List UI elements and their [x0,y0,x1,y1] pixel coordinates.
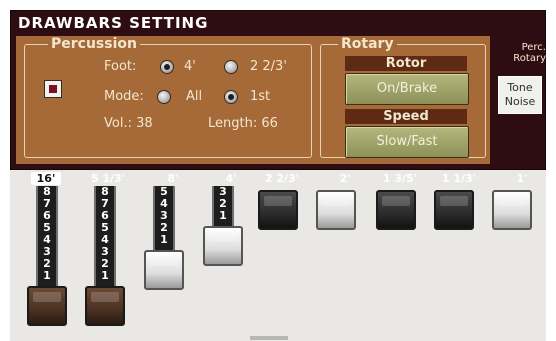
foot-option-4-label: 4' [184,59,196,74]
drawbar-knob[interactable] [85,286,125,326]
drawbar-knob[interactable] [434,190,474,230]
mode-option-1st-label: 1st [250,89,271,104]
speed-heading: Speed [345,109,467,124]
drawbar-rod-number: 1 [160,233,168,246]
drawbar-knob[interactable] [376,190,416,230]
drawbar-knob[interactable] [316,190,356,230]
length-value: Length: 66 [208,116,278,131]
mode-radio-1st[interactable] [224,90,238,104]
drawbar-rod: 321 [212,186,234,226]
rotary-label: Rotary [338,36,397,52]
percussion-on-checkbox[interactable] [44,80,62,98]
drawbar-knob[interactable] [203,226,243,266]
drawbar-foot-label[interactable]: 8' [158,172,188,185]
foot-label: Foot: [104,59,137,74]
drawbar-foot-label[interactable]: 2 2/3' [254,172,310,185]
tone-noise-line-1: Tone [507,81,533,94]
drawbar-rod-number: 1 [43,269,51,282]
drawbar-foot-label[interactable]: 5 1/3' [80,172,136,185]
drawbar-knob[interactable] [27,286,67,326]
perc-rotary-label: Perc. Rotary [500,42,546,64]
mode-option-all-label: All [186,89,203,104]
drawbar-knob[interactable] [492,190,532,230]
tone-noise-tab[interactable]: Tone Noise [498,76,542,114]
tone-noise-line-2: Noise [504,95,536,108]
mode-radio-all[interactable] [157,90,171,104]
foot-option-2-2-3-label: 2 2/3' [250,59,287,74]
drawbar-foot-label[interactable]: 4' [216,172,246,185]
drawbar-knob[interactable] [144,250,184,290]
perc-rotary-line-2: Rotary [513,53,546,64]
percussion-label: Percussion [48,36,140,52]
drawbar-rod: 87654321 [36,186,58,286]
drawbar-foot-label[interactable]: 2' [330,172,360,185]
drawbar-rod: 54321 [153,186,175,250]
page-title: DRAWBARS SETTING [18,14,209,32]
rotor-on-brake-button[interactable]: On/Brake [345,73,469,105]
scroll-indicator[interactable] [250,336,288,340]
volume-value: Vol.: 38 [104,116,153,131]
drawbar-rod: 87654321 [94,186,116,286]
drawbar-rod-number: 1 [219,209,227,222]
drawbar-knob[interactable] [258,190,298,230]
perc-rotary-line-1: Perc. [521,42,546,53]
drawbar-foot-label[interactable]: 1 3/5' [372,172,428,185]
mode-label: Mode: [104,89,144,104]
foot-radio-2-2-3[interactable] [224,60,238,74]
drawbar-rod-number: 1 [101,269,109,282]
drawbar-foot-label[interactable]: 1 1/3' [431,172,487,185]
foot-radio-4[interactable] [160,60,174,74]
drawbar-foot-label[interactable]: 1' [507,172,537,185]
rotor-heading: Rotor [345,56,467,71]
speed-slow-fast-button[interactable]: Slow/Fast [345,126,469,158]
drawbar-foot-label[interactable]: 16' [31,172,61,185]
